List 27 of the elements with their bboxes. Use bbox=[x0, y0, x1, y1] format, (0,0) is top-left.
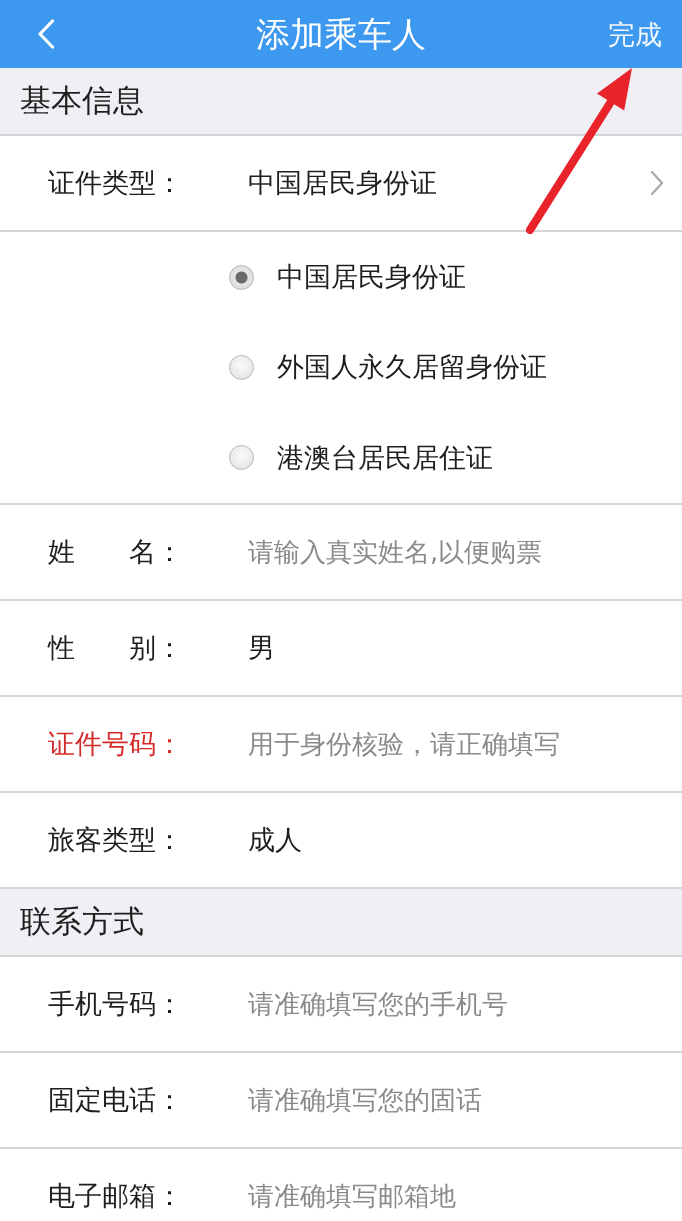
input-field[interactable]: 请准确填写您的固话 bbox=[248, 1075, 664, 1125]
field-label: 姓 名： bbox=[48, 535, 184, 569]
field-label: 旅客类型： bbox=[48, 823, 184, 857]
radio-option[interactable]: 港澳台居民居住证 bbox=[229, 433, 493, 482]
field-label: 性 别： bbox=[48, 631, 184, 665]
section-header: 基本信息 bbox=[0, 68, 682, 136]
page-title: 添加乘车人 bbox=[256, 17, 426, 51]
input-field[interactable]: 请准确填写您的手机号 bbox=[248, 979, 664, 1029]
radio-icon[interactable] bbox=[229, 445, 254, 471]
input-field[interactable]: 请准确填写邮箱地 bbox=[248, 1171, 664, 1221]
field-label: 固定电话： bbox=[48, 1083, 184, 1117]
field-label: 证件号码： bbox=[48, 727, 184, 761]
chevron-right-icon bbox=[650, 170, 664, 196]
radio-option[interactable]: 中国居民身份证 bbox=[229, 253, 466, 302]
input-field[interactable]: 请输入真实姓名,以便购票 bbox=[248, 527, 664, 577]
section-header: 联系方式 bbox=[0, 889, 682, 957]
field-value[interactable]: 成人 bbox=[248, 822, 302, 858]
field-label: 手机号码： bbox=[48, 987, 184, 1021]
input-field[interactable]: 用于身份核验，请正确填写 bbox=[248, 719, 664, 769]
select-field[interactable]: 中国居民身份证 bbox=[248, 155, 682, 211]
field-label: 证件类型： bbox=[48, 166, 184, 200]
field-value[interactable]: 男 bbox=[248, 630, 275, 666]
radio-icon[interactable] bbox=[229, 264, 254, 290]
field-label: 电子邮箱： bbox=[48, 1179, 184, 1213]
radio-option[interactable]: 外国人永久居留身份证 bbox=[229, 343, 547, 392]
back-icon[interactable] bbox=[37, 19, 55, 49]
radio-icon[interactable] bbox=[229, 355, 254, 380]
